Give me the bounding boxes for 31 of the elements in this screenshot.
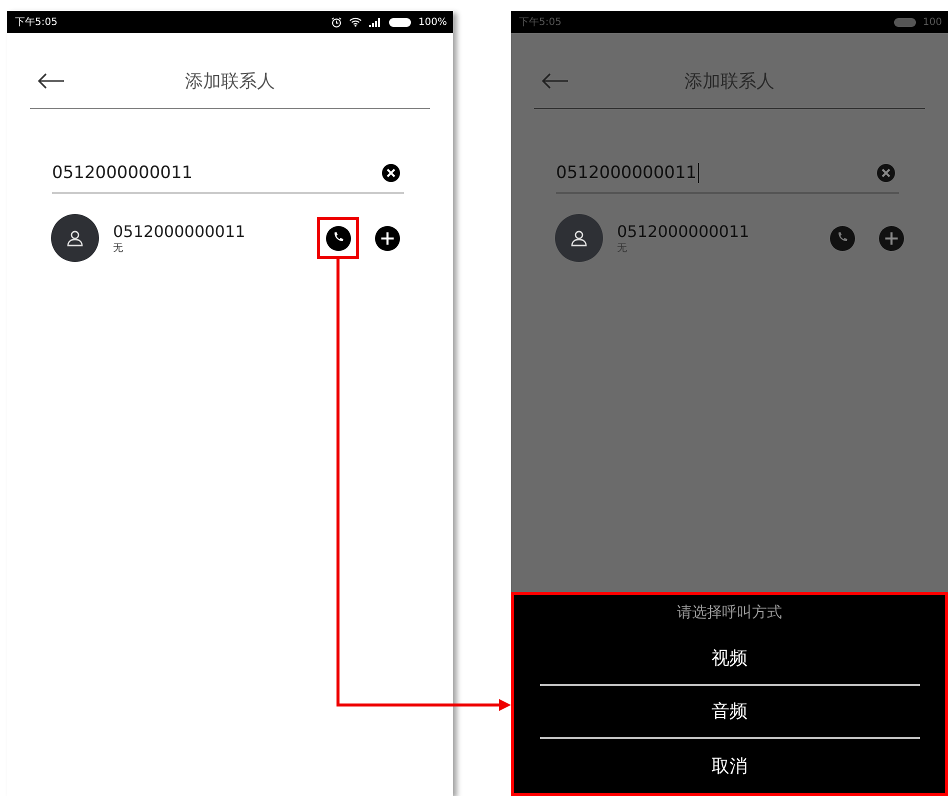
- search-field[interactable]: 0512000000011: [52, 153, 404, 194]
- sheet-title: 请选择呼叫方式: [677, 603, 782, 623]
- person-icon: [66, 229, 84, 247]
- plus-icon: [374, 226, 400, 250]
- page-title: 添加联系人: [684, 70, 776, 93]
- call-button[interactable]: [317, 217, 359, 259]
- back-arrow-icon: [541, 73, 569, 89]
- signal-icon: [369, 18, 382, 26]
- search-field[interactable]: 0512000000011: [556, 153, 899, 194]
- wifi-icon: [349, 17, 362, 27]
- contact-number: 0512000000011: [617, 222, 750, 240]
- battery-percent: 100%: [418, 16, 447, 28]
- clear-button[interactable]: [382, 164, 400, 182]
- battery-percent: 100: [922, 16, 942, 28]
- contact-number: 0512000000011: [113, 222, 246, 240]
- phone-icon: [830, 226, 854, 250]
- alarm-icon: [331, 16, 342, 28]
- battery-icon: [894, 18, 916, 26]
- person-icon: [570, 229, 588, 247]
- status-time: 下午5:05: [15, 16, 58, 29]
- phone-icon: [326, 226, 350, 250]
- status-time: 下午5:05: [519, 16, 562, 29]
- contact-note: 无: [113, 242, 124, 254]
- clear-icon: [877, 164, 895, 182]
- battery-icon: [389, 18, 412, 26]
- clear-icon: [382, 164, 400, 182]
- page-title: 添加联系人: [184, 70, 276, 93]
- contact-note: 无: [617, 242, 628, 254]
- back-arrow-icon: [37, 73, 65, 89]
- plus-icon: [878, 226, 904, 250]
- back-button[interactable]: [37, 73, 65, 89]
